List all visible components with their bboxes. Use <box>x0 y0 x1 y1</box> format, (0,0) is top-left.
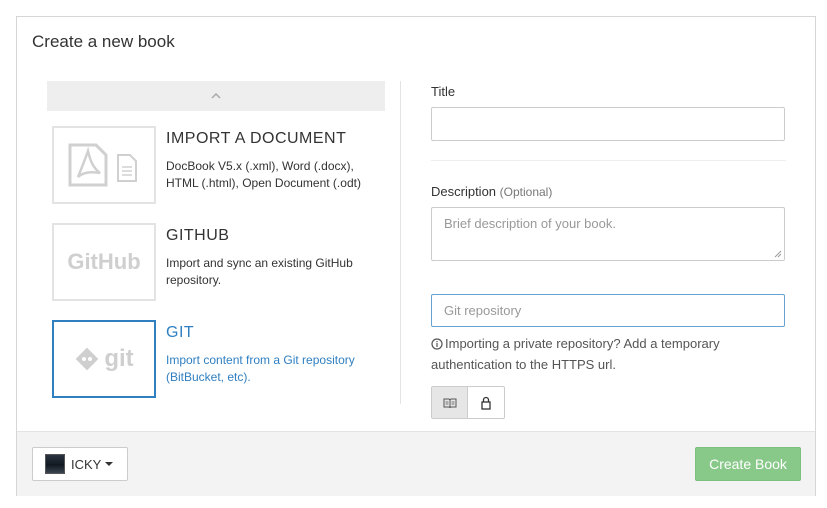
pdf-document-icon <box>68 143 137 187</box>
description-textarea[interactable]: Brief description of your book. <box>431 207 785 261</box>
source-thumbnail <box>52 126 156 204</box>
source-name: GIT <box>166 324 195 341</box>
title-label: Title <box>431 84 456 99</box>
github-logo: GitHub <box>67 249 141 274</box>
git-repository-input[interactable]: Git repository <box>431 294 785 327</box>
owner-dropdown[interactable]: ICKY <box>32 447 128 481</box>
title-input[interactable] <box>431 107 785 141</box>
source-name: GITHUB <box>166 227 230 244</box>
column-divider <box>400 81 401 404</box>
owner-name: ICKY <box>71 456 102 472</box>
source-git[interactable]: git GIT Import content from a Git reposi… <box>52 320 382 398</box>
modal-title: Create a new book <box>32 32 175 51</box>
form-divider <box>431 160 786 161</box>
info-icon <box>431 338 443 350</box>
caret-down-icon <box>105 462 114 466</box>
create-book-modal: Create a new book IMPORT A DOCUMENT DocB… <box>16 16 816 496</box>
git-logo: git <box>104 345 134 372</box>
public-mode-button[interactable] <box>431 386 468 419</box>
optional-hint: (Optional) <box>499 185 553 199</box>
description-placeholder: Brief description of your book. <box>444 216 616 231</box>
resize-grip-icon[interactable] <box>774 250 782 258</box>
lock-icon <box>481 396 491 410</box>
modal-footer: ICKY Create Book <box>17 431 815 496</box>
book-icon <box>443 398 456 408</box>
info-text: Importing a private repository? Add a te… <box>431 336 720 372</box>
source-thumbnail: GitHub <box>52 223 156 301</box>
auth-toggle-group <box>431 386 505 419</box>
source-github[interactable]: GitHub GITHUB Import and sync an existin… <box>52 223 382 301</box>
git-diamond-icon <box>76 347 99 371</box>
description-label: Description (Optional) <box>431 184 552 199</box>
create-book-button[interactable]: Create Book <box>695 447 801 481</box>
private-mode-button[interactable] <box>468 386 505 419</box>
private-repo-info: Importing a private repository? Add a te… <box>431 333 786 375</box>
source-description: Import content from a Git repository (Bi… <box>166 353 355 384</box>
description-label-text: Description <box>431 184 497 199</box>
source-description: Import and sync an existing GitHub repos… <box>166 256 353 287</box>
source-name: IMPORT A DOCUMENT <box>166 130 347 147</box>
scroll-up-button[interactable] <box>47 81 385 111</box>
source-import-document[interactable]: IMPORT A DOCUMENT DocBook V5.x (.xml), W… <box>52 126 382 204</box>
chevron-up-icon <box>211 93 221 99</box>
source-list: IMPORT A DOCUMENT DocBook V5.x (.xml), W… <box>47 81 385 405</box>
source-description: DocBook V5.x (.xml), Word (.docx), HTML … <box>166 159 361 190</box>
git-repository-placeholder: Git repository <box>444 303 522 318</box>
avatar <box>45 454 65 474</box>
source-thumbnail: git <box>52 320 156 398</box>
